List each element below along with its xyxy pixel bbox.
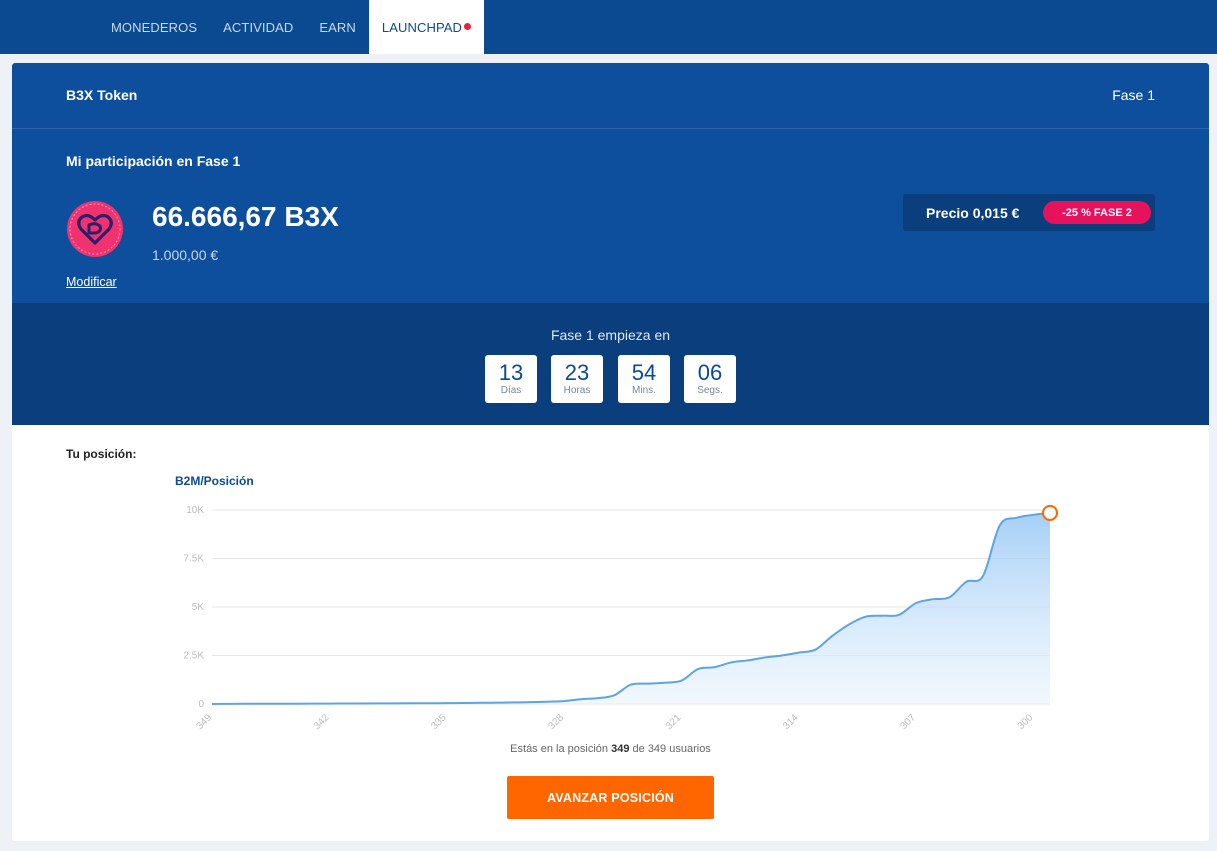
total-users: 349 xyxy=(647,743,667,755)
y-tick-label: 10K xyxy=(186,505,204,516)
price-box: Precio 0,015 € -25 % FASE 2 xyxy=(903,194,1155,231)
x-tick-label: 328 xyxy=(547,712,567,732)
x-tick-label: 349 xyxy=(195,712,215,732)
position-summary: Estás en la posición 349 de 349 usuarios xyxy=(12,743,1209,755)
x-tick-label: 321 xyxy=(664,712,684,732)
tab-label: LAUNCHPAD xyxy=(381,19,463,35)
x-tick-label: 300 xyxy=(1016,712,1036,732)
countdown-seconds: 06 Segs. xyxy=(684,355,736,403)
countdown-unit-label: Mins. xyxy=(632,385,656,396)
tab-label: EARN xyxy=(319,19,356,35)
summary-prefix: Estás en la posición xyxy=(510,743,609,755)
x-tick-label: 342 xyxy=(312,712,332,732)
nav-tabs: MONEDEROS ACTIVIDAD EARN LAUNCHPAD xyxy=(98,0,485,54)
series-area xyxy=(212,512,1050,704)
x-tick-label: 307 xyxy=(898,712,918,732)
phase-label: Fase 1 xyxy=(1112,87,1155,103)
price-label: Precio 0,015 € xyxy=(926,205,1020,221)
top-navigation: MONEDEROS ACTIVIDAD EARN LAUNCHPAD xyxy=(0,0,1217,54)
countdown-days: 13 Días xyxy=(485,355,537,403)
countdown-minutes: 54 Mins. xyxy=(618,355,670,403)
y-tick-label: 0 xyxy=(198,699,204,710)
chart-title: B2M/Posición xyxy=(175,474,254,488)
x-tick-label: 314 xyxy=(781,712,801,732)
position-chart: 0 2.5K 5K 7.5K 10K 349 342 335 328 321 314 307 300 xyxy=(183,504,1058,732)
tab-label: ACTIVIDAD xyxy=(223,19,294,35)
tab-label: MONEDEROS xyxy=(111,19,198,35)
token-title: B3X Token xyxy=(66,87,138,103)
countdown-value: 23 xyxy=(564,360,590,385)
position-label: Tu posición: xyxy=(66,447,137,461)
y-tick-label: 7.5K xyxy=(183,554,204,565)
countdown-unit-label: Días xyxy=(500,385,522,396)
countdown-unit-label: Segs. xyxy=(697,385,723,396)
notification-dot-icon xyxy=(464,22,472,30)
token-logo-icon xyxy=(67,201,123,257)
y-tick-label: 5K xyxy=(192,602,205,613)
amount-eur: 1.000,00 € xyxy=(152,247,219,263)
y-tick-label: 2.5K xyxy=(183,651,204,662)
countdown-hours: 23 Horas xyxy=(551,355,603,403)
token-amount: 66.666,67 B3X xyxy=(152,201,339,232)
participation-title: Mi participación en Fase 1 xyxy=(66,153,241,169)
summary-suffix: usuarios xyxy=(669,743,711,755)
tab-launchpad[interactable]: LAUNCHPAD xyxy=(368,0,485,54)
discount-badge: -25 % FASE 2 xyxy=(1043,201,1151,224)
current-position: 349 xyxy=(611,743,630,755)
tab-monederos[interactable]: MONEDEROS xyxy=(98,0,210,54)
summary-middle: de xyxy=(632,743,645,755)
tab-actividad[interactable]: ACTIVIDAD xyxy=(210,0,306,54)
tab-earn[interactable]: EARN xyxy=(306,0,369,54)
x-tick-label: 335 xyxy=(429,712,449,732)
countdown-value: 13 xyxy=(498,360,524,385)
launchpad-card: B3X Token Fase 1 Mi participación en Fas… xyxy=(12,63,1209,841)
countdown-panel: Fase 1 empieza en 13 Días 23 Horas 54 Mi… xyxy=(12,303,1209,425)
current-position-marker xyxy=(1042,504,1058,521)
countdown-value: 06 xyxy=(697,360,723,385)
countdown-value: 54 xyxy=(631,360,657,385)
countdown-unit-label: Horas xyxy=(563,385,591,396)
advance-position-button[interactable]: AVANZAR POSICIÓN xyxy=(507,776,714,819)
participation-panel: Mi participación en Fase 1 66.666,67 B3X… xyxy=(12,129,1209,303)
token-header: B3X Token Fase 1 xyxy=(12,63,1209,129)
countdown-title: Fase 1 empieza en xyxy=(550,327,671,343)
modify-link[interactable]: Modificar xyxy=(66,275,117,289)
